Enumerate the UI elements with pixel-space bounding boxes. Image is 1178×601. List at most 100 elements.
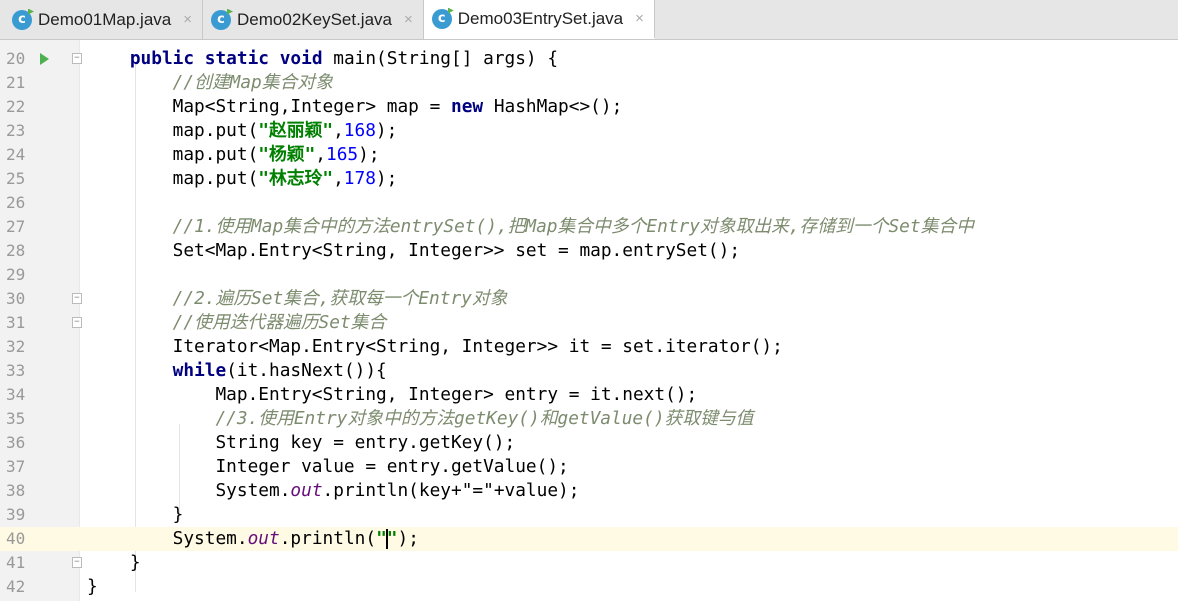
token: ); bbox=[397, 528, 419, 549]
code-text: } bbox=[87, 575, 98, 599]
line-number: 29 bbox=[6, 265, 26, 284]
editor-tab-bar: c Demo01Map.java × c Demo02KeySet.java × c Demo… bbox=[0, 0, 1178, 40]
code-line: 36 String key = entry.getKey(); bbox=[0, 431, 1178, 455]
code-text: Map<String,Integer> map = new HashMap<>(… bbox=[87, 95, 623, 119]
tab-demo02keyset-java[interactable]: c Demo02KeySet.java × bbox=[203, 0, 424, 39]
token-fld: out bbox=[290, 480, 323, 501]
line-number: 36 bbox=[6, 433, 26, 452]
token: map.put( bbox=[87, 120, 259, 141]
code-line: 31 − //使用迭代器遍历Set集合 bbox=[0, 311, 1178, 335]
code-text: } bbox=[87, 503, 184, 527]
token: } bbox=[87, 576, 98, 597]
code-text: //3.使用Entry对象中的方法getKey()和getValue()获取键与… bbox=[87, 407, 753, 431]
close-icon[interactable]: × bbox=[404, 11, 413, 28]
code-line: 41 − } bbox=[0, 551, 1178, 575]
code-text: public static void main(String[] args) { bbox=[87, 47, 558, 71]
line-number: 42 bbox=[6, 577, 26, 596]
token: Map<String,Integer> map = bbox=[87, 96, 451, 117]
tab-demo01map-java[interactable]: c Demo01Map.java × bbox=[4, 0, 204, 39]
token-kw: public static void bbox=[129, 48, 334, 69]
token: map.put( bbox=[87, 168, 259, 189]
fold-icon[interactable]: − bbox=[72, 53, 82, 64]
token-num: 178 bbox=[343, 168, 376, 189]
code-line: 22 Map<String,Integer> map = new HashMap… bbox=[0, 95, 1178, 119]
code-text: Iterator<Map.Entry<String, Integer>> it … bbox=[87, 335, 783, 359]
code-text: map.put("杨颖",165); bbox=[87, 143, 380, 167]
line-number: 27 bbox=[6, 217, 26, 236]
code-line: 30 − //2.遍历Set集合,获取每一个Entry对象 bbox=[0, 287, 1178, 311]
token: System. bbox=[87, 528, 248, 549]
token-str: "杨颖" bbox=[258, 144, 316, 165]
fold-icon[interactable]: − bbox=[72, 293, 82, 304]
token: ); bbox=[358, 144, 380, 165]
code-text: map.put("赵丽颖",168); bbox=[87, 119, 398, 143]
code-text: while(it.hasNext()){ bbox=[87, 359, 387, 383]
token: String key = entry.getKey(); bbox=[87, 432, 516, 453]
code-line: 24 map.put("杨颖",165); bbox=[0, 143, 1178, 167]
token-cm: //1.使用Map集合中的方法entrySet(),把Map集合中多个Entry… bbox=[172, 216, 974, 237]
java-class-icon: c bbox=[211, 9, 232, 30]
line-number: 35 bbox=[6, 409, 26, 428]
token: ); bbox=[375, 168, 398, 189]
code-line: 35 //3.使用Entry对象中的方法getKey()和getValue()获… bbox=[0, 407, 1178, 431]
token-cm: //2.遍历Set集合,获取每一个Entry对象 bbox=[172, 288, 508, 309]
token-str: " bbox=[386, 528, 398, 549]
code-line: 28 Set<Map.Entry<String, Integer>> set =… bbox=[0, 239, 1178, 263]
token-cm: //3.使用Entry对象中的方法getKey()和getValue()获取键与… bbox=[215, 408, 754, 429]
token-num: 168 bbox=[343, 120, 376, 141]
token: .println(key+"="+value); bbox=[322, 480, 580, 501]
code-editor[interactable]: 20 − public static void main(String[] arg… bbox=[0, 40, 1178, 601]
code-line: 20 − public static void main(String[] arg… bbox=[0, 47, 1178, 71]
code-text: //创建Map集合对象 bbox=[87, 71, 333, 95]
code-line: 34 Map.Entry<String, Integer> entry = it… bbox=[0, 383, 1178, 407]
code-line: 33 while(it.hasNext()){ bbox=[0, 359, 1178, 383]
token-cm: //使用迭代器遍历Set集合 bbox=[172, 312, 387, 333]
token: , bbox=[333, 168, 344, 189]
fold-icon[interactable]: − bbox=[72, 557, 82, 568]
code-text: String key = entry.getKey(); bbox=[87, 431, 515, 455]
line-number: 37 bbox=[6, 457, 26, 476]
line-number: 21 bbox=[6, 73, 26, 92]
line-number: 28 bbox=[6, 241, 26, 260]
code-text: System.out.println(""); bbox=[87, 527, 419, 551]
code-line: 39 } bbox=[0, 503, 1178, 527]
code-line: 29 bbox=[0, 263, 1178, 287]
code-text: //1.使用Map集合中的方法entrySet(),把Map集合中多个Entry… bbox=[87, 215, 974, 239]
line-number: 23 bbox=[6, 121, 26, 140]
token: Set<Map.Entry<String, Integer>> set = ma… bbox=[87, 240, 741, 261]
token: map.put( bbox=[87, 144, 259, 165]
line-number: 34 bbox=[6, 385, 26, 404]
token: (it.hasNext()){ bbox=[226, 360, 387, 381]
token-fld: out bbox=[247, 528, 280, 549]
line-number: 41 bbox=[6, 553, 26, 572]
code-line: 40 System.out.println(""); bbox=[0, 527, 1178, 551]
close-icon[interactable]: × bbox=[635, 10, 644, 27]
line-number: 26 bbox=[6, 193, 26, 212]
line-number: 39 bbox=[6, 505, 26, 524]
fold-icon[interactable]: − bbox=[72, 317, 82, 328]
close-icon[interactable]: × bbox=[183, 11, 192, 28]
code-text: //使用迭代器遍历Set集合 bbox=[87, 311, 387, 335]
token: System. bbox=[87, 480, 291, 501]
token: , bbox=[315, 144, 326, 165]
token-str: "赵丽颖" bbox=[258, 120, 334, 141]
run-icon[interactable] bbox=[40, 53, 49, 65]
tab-demo03entryset-java[interactable]: c Demo03EntrySet.java × bbox=[423, 0, 655, 39]
code-text: Set<Map.Entry<String, Integer>> set = ma… bbox=[87, 239, 740, 263]
code-line: 42} bbox=[0, 575, 1178, 599]
token-kw: while bbox=[172, 360, 227, 381]
code-text: Integer value = entry.getValue(); bbox=[87, 455, 568, 479]
line-number: 22 bbox=[6, 97, 26, 116]
tab-label: Demo01Map.java bbox=[38, 9, 172, 29]
token: Iterator<Map.Entry<String, Integer>> it … bbox=[87, 336, 783, 357]
token-kw: new bbox=[450, 96, 494, 117]
code-text: map.put("林志玲",178); bbox=[87, 167, 398, 191]
line-number: 25 bbox=[6, 169, 26, 188]
token: main(String[] args) { bbox=[333, 48, 559, 69]
